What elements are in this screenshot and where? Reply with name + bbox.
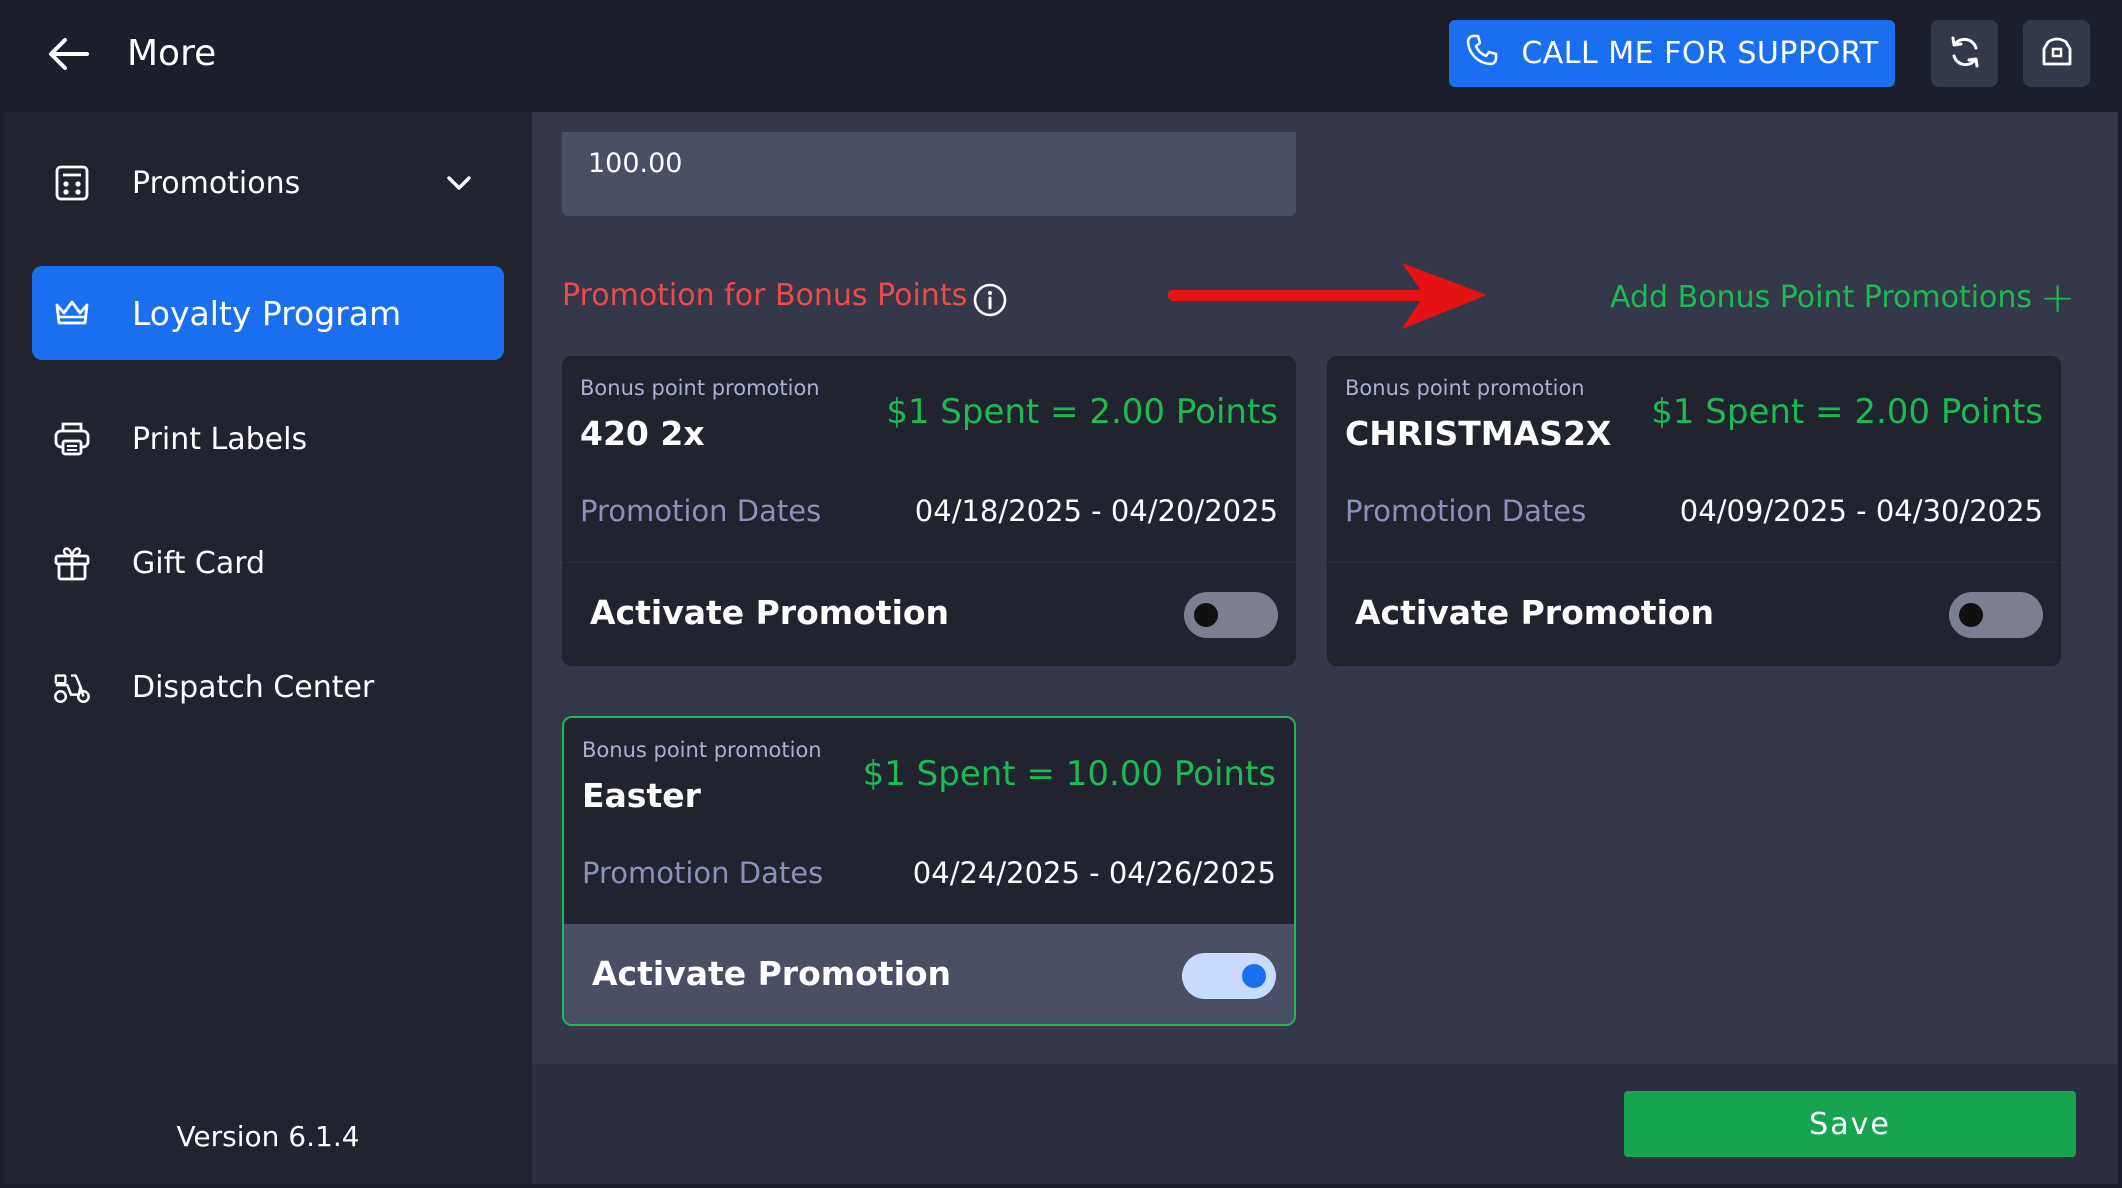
section-title: Promotion for Bonus Points [562,278,968,313]
promotion-name: 420 2x [580,414,705,453]
toggle-knob [1194,603,1218,627]
promotion-card: Bonus point promotion 420 2x $1 Spent = … [562,356,1296,666]
store-icon [2039,34,2075,74]
version-text: Version 6.1.4 [176,1120,360,1153]
crown-icon [52,293,92,333]
sidebar-item-label: Gift Card [132,545,266,581]
save-button[interactable]: Save [1624,1091,2076,1157]
phone-icon [1465,33,1499,75]
promotion-card-details: Bonus point promotion CHRISTMAS2X $1 Spe… [1327,356,2061,562]
promotion-name: CHRISTMAS2X [1345,414,1612,453]
gift-icon [52,543,92,583]
promotion-name: Easter [582,776,701,815]
promotion-dates-label: Promotion Dates [580,494,822,528]
promotion-caption: Bonus point promotion [1345,376,1585,400]
activate-toggle[interactable] [1184,592,1278,638]
red-arrow-annotation [1162,257,1492,337]
amount-field-container [562,132,1296,216]
amount-input[interactable] [562,132,1296,216]
activate-label: Activate Promotion [592,954,952,993]
activate-label: Activate Promotion [1355,593,1715,632]
promotion-dates: 04/18/2025 - 04/20/2025 [914,494,1278,528]
sidebar-item-label: Dispatch Center [132,669,375,705]
promotion-caption: Bonus point promotion [582,738,822,762]
promotion-rate: $1 Spent = 2.00 Points [886,392,1278,432]
chevron-down-icon[interactable] [442,166,476,200]
promotion-rate: $1 Spent = 2.00 Points [1651,392,2043,432]
app-frame: More CALL ME FOR SUPPORT Promotions Loya… [0,0,2122,1188]
promotion-dates: 04/09/2025 - 04/30/2025 [1679,494,2043,528]
activate-row: Activate Promotion [1327,562,2061,666]
main-content: Promotion for Bonus Points Add Bonus Poi… [532,112,2118,1064]
sidebar-item-loyalty-program[interactable]: Loyalty Program [32,266,504,360]
sidebar-item-label: Promotions [132,165,301,201]
activate-toggle[interactable] [1182,953,1276,999]
call-support-button[interactable]: CALL ME FOR SUPPORT [1449,20,1895,87]
add-bonus-promotion-link[interactable]: Add Bonus Point Promotions + [1610,272,2076,322]
back-arrow-icon[interactable] [44,30,92,78]
sidebar-item-promotions[interactable]: Promotions [32,136,504,230]
footer-bar: Save [532,1064,2118,1184]
activate-row: Activate Promotion [564,924,1294,1024]
call-support-label: CALL ME FOR SUPPORT [1521,36,1879,71]
sidebar-item-label: Loyalty Program [132,293,402,333]
page-title: More [127,33,217,74]
promotion-card-selected: Bonus point promotion Easter $1 Spent = … [562,716,1296,1026]
sidebar-item-label: Print Labels [132,421,308,457]
activate-toggle[interactable] [1949,592,2043,638]
refresh-icon [1947,34,1983,74]
scooter-icon [52,667,92,707]
plus-icon: + [2040,272,2076,322]
sidebar-item-print-labels[interactable]: Print Labels [32,392,504,486]
promotion-dates-label: Promotion Dates [1345,494,1587,528]
top-bar: More CALL ME FOR SUPPORT [0,0,2122,112]
toggle-knob [1242,964,1266,988]
promotion-card-details: Bonus point promotion Easter $1 Spent = … [564,718,1294,924]
promotion-card: Bonus point promotion CHRISTMAS2X $1 Spe… [1327,356,2061,666]
promotion-dates: 04/24/2025 - 04/26/2025 [912,856,1276,890]
sidebar-item-dispatch-center[interactable]: Dispatch Center [32,640,504,734]
activate-label: Activate Promotion [590,593,950,632]
promotions-icon [52,163,92,203]
promotion-card-details: Bonus point promotion 420 2x $1 Spent = … [562,356,1296,562]
promotion-dates-label: Promotion Dates [582,856,824,890]
info-icon[interactable] [972,282,1008,318]
promotion-rate: $1 Spent = 10.00 Points [862,754,1276,794]
sidebar-item-gift-card[interactable]: Gift Card [32,516,504,610]
refresh-button[interactable] [1931,20,1998,87]
sidebar: Promotions Loyalty Program Print Labels … [4,112,532,1184]
add-bonus-promotion-label: Add Bonus Point Promotions [1610,280,2033,315]
activate-row: Activate Promotion [562,562,1296,666]
store-button[interactable] [2023,20,2090,87]
promotion-caption: Bonus point promotion [580,376,820,400]
printer-icon [52,419,92,459]
toggle-knob [1959,603,1983,627]
